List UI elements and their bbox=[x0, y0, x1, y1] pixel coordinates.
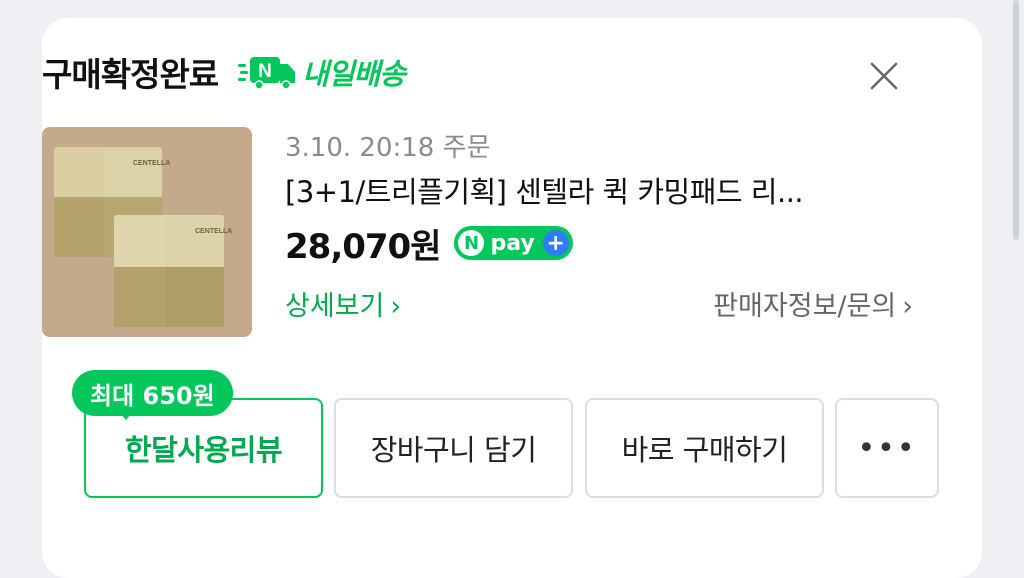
reward-badge-tail bbox=[116, 408, 136, 420]
delivery-n-mark: N bbox=[258, 61, 272, 82]
detail-link-label: 상세보기 bbox=[285, 291, 385, 322]
scrollbar[interactable] bbox=[1013, 0, 1019, 240]
chevron-right-icon: › bbox=[390, 291, 402, 322]
plus-icon: + bbox=[542, 230, 569, 256]
product-name[interactable]: [3+1/트리플기획] 센텔라 퀵 카밍패드 리... bbox=[285, 168, 905, 216]
order-header: 구매확정완료 N 내일배송 bbox=[42, 50, 406, 94]
product-image: CENTELLA CENTELLA bbox=[42, 127, 252, 337]
seller-link-label: 판매자정보/문의 bbox=[713, 291, 897, 322]
thumbnail-brand-text: CENTELLA bbox=[133, 160, 170, 167]
npay-label: pay bbox=[490, 230, 535, 256]
close-icon[interactable] bbox=[866, 58, 902, 94]
delivery-label: 내일배송 bbox=[302, 57, 406, 91]
buy-now-button[interactable]: 바로 구매하기 bbox=[585, 398, 824, 498]
reward-badge: 최대 650원 bbox=[72, 370, 233, 416]
order-status: 구매확정완료 bbox=[42, 55, 219, 94]
thumbnail-brand-text: CENTELLA bbox=[195, 228, 232, 235]
product-price: 28,070원 bbox=[285, 226, 441, 267]
add-to-cart-button[interactable]: 장바구니 담기 bbox=[334, 398, 573, 498]
npay-n-icon: N bbox=[458, 230, 485, 256]
product-info: 3.10. 20:18 주문 [3+1/트리플기획] 센텔라 퀵 카밍패드 리.… bbox=[285, 128, 913, 332]
delivery-badge: N 내일배송 bbox=[238, 51, 406, 93]
npay-plus-badge: N pay + bbox=[454, 226, 573, 260]
detail-link[interactable]: 상세보기 › bbox=[285, 284, 401, 323]
seller-info-link[interactable]: 판매자정보/문의 › bbox=[713, 284, 913, 323]
chevron-right-icon: › bbox=[902, 291, 913, 322]
truck-icon: N bbox=[238, 57, 296, 89]
product-thumbnail[interactable]: CENTELLA CENTELLA bbox=[42, 127, 252, 337]
more-options-button[interactable]: ••• bbox=[835, 398, 939, 498]
links-row: 상세보기 › 판매자정보/문의 › bbox=[285, 276, 913, 332]
price-row: 28,070원 N pay + bbox=[285, 218, 905, 268]
order-date: 3.10. 20:18 주문 bbox=[285, 133, 491, 163]
